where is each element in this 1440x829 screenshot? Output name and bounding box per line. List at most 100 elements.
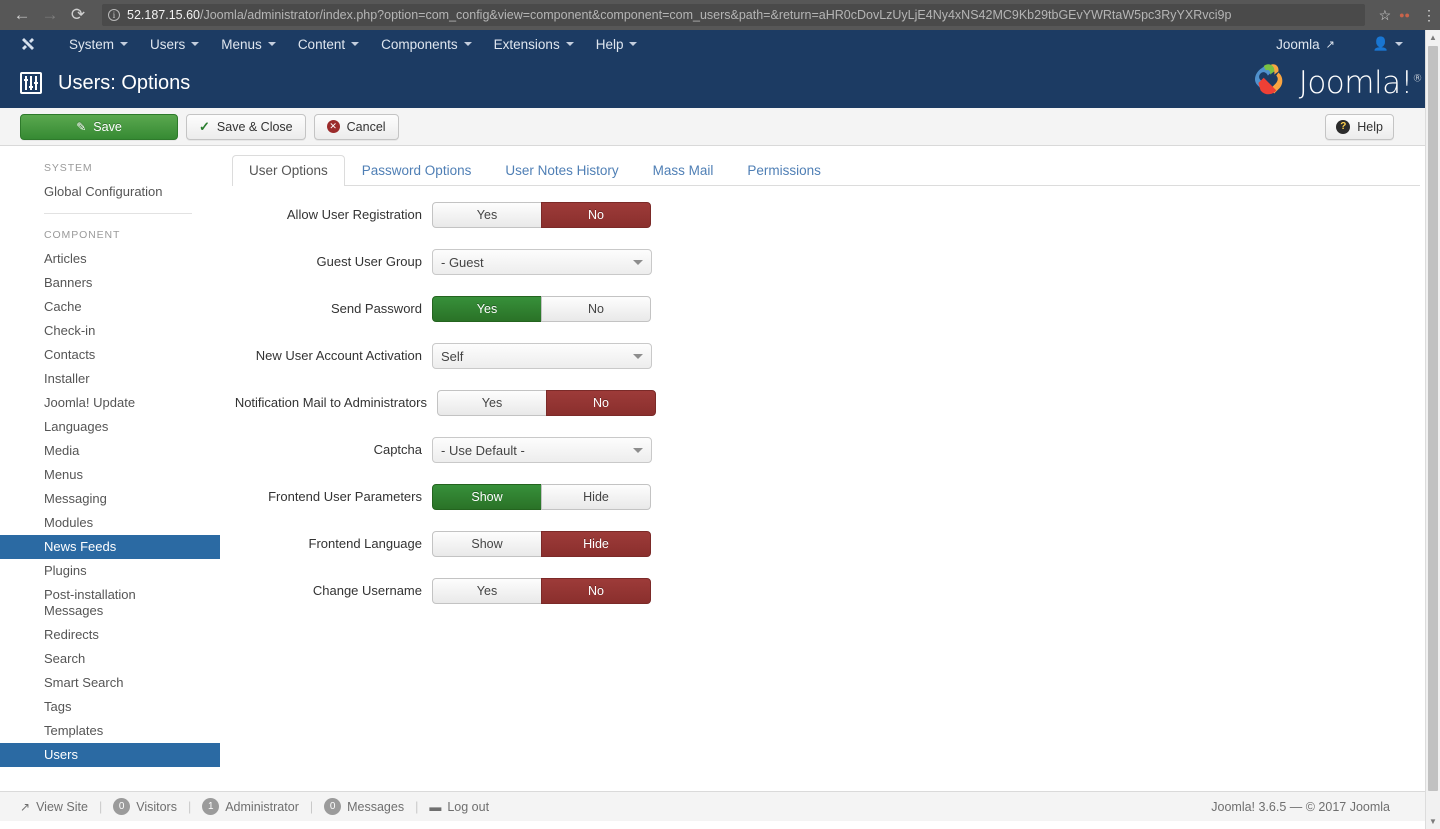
toggle-option-show[interactable]: Show <box>432 484 542 510</box>
menu-system[interactable]: System <box>58 30 139 58</box>
page-scrollbar[interactable]: ▲ ▼ <box>1425 30 1440 829</box>
cancel-button[interactable]: ✕ Cancel <box>313 113 399 140</box>
sidebar-item-installer[interactable]: Installer <box>0 367 220 391</box>
toggle-change-username[interactable]: Yes No <box>432 578 651 604</box>
menu-components[interactable]: Components <box>370 30 483 58</box>
cancel-circle-icon: ✕ <box>326 120 340 133</box>
field-send-password: Send Password Yes No <box>232 296 1420 322</box>
site-link[interactable]: Joomla ↗ <box>1265 30 1346 58</box>
sidebar-item-check-in[interactable]: Check-in <box>0 319 220 343</box>
toggle-frontend-language[interactable]: Show Hide <box>432 531 651 557</box>
help-button[interactable]: ? Help <box>1325 113 1394 140</box>
toggle-option-no[interactable]: No <box>546 390 656 416</box>
toggle-option-yes[interactable]: Yes <box>437 390 547 416</box>
sidebar-item-news-feeds[interactable]: News Feeds <box>0 535 220 559</box>
save-and-close-button[interactable]: ✓ Save & Close <box>186 113 306 140</box>
browser-menu-icon[interactable]: ⋮ <box>1422 8 1436 22</box>
toggle-option-yes[interactable]: Yes <box>432 296 542 322</box>
sidebar-item-global-configuration[interactable]: Global Configuration <box>0 180 220 204</box>
sidebar-item-users[interactable]: Users <box>0 743 220 767</box>
reload-icon[interactable]: ⟳ <box>64 1 92 29</box>
save-button[interactable]: ✎ Save <box>20 113 178 140</box>
sidebar-item-tags[interactable]: Tags <box>0 695 220 719</box>
chevron-down-icon <box>351 42 360 46</box>
toggle-notification-mail-to-administrators[interactable]: Yes No <box>437 390 656 416</box>
external-link-icon: ↗ <box>1325 38 1335 51</box>
menu-content[interactable]: Content <box>287 30 370 58</box>
sidebar-item-messaging[interactable]: Messaging <box>0 487 220 511</box>
tab-user-notes-history[interactable]: User Notes History <box>488 155 635 186</box>
admin-menu-bar: System Users Menus Content Components Ex… <box>0 30 1440 58</box>
toggle-option-yes[interactable]: Yes <box>432 202 542 228</box>
sidebar-item-media[interactable]: Media <box>0 439 220 463</box>
toggle-option-show[interactable]: Show <box>432 531 542 557</box>
sidebar-item-joomla-update[interactable]: Joomla! Update <box>0 391 220 415</box>
toggle-send-password[interactable]: Yes No <box>432 296 651 322</box>
sidebar-item-search[interactable]: Search <box>0 647 220 671</box>
content-panel: User Options Password Options User Notes… <box>220 146 1440 791</box>
sidebar-item-menus[interactable]: Menus <box>0 463 220 487</box>
sidebar-item-plugins[interactable]: Plugins <box>0 559 220 583</box>
label-new-user-account-activation: New User Account Activation <box>255 348 422 363</box>
menu-users[interactable]: Users <box>139 30 210 58</box>
toggle-option-hide[interactable]: Hide <box>541 531 651 557</box>
sidebar-item-smart-search[interactable]: Smart Search <box>0 671 220 695</box>
status-divider: | <box>309 799 314 814</box>
label-guest-user-group: Guest User Group <box>316 254 423 269</box>
site-info-icon[interactable]: i <box>108 9 120 21</box>
administrator-status[interactable]: 1 Administrator <box>202 798 299 815</box>
sidebar-item-post-installation-messages[interactable]: Post-installation Messages <box>0 583 220 623</box>
select-guest-user-group[interactable]: - Guest <box>432 249 652 275</box>
sidebar-item-modules[interactable]: Modules <box>0 511 220 535</box>
menu-help[interactable]: Help <box>585 30 649 58</box>
chevron-down-icon <box>565 42 574 46</box>
toggle-option-hide[interactable]: Hide <box>541 484 651 510</box>
visitors-count-badge: 0 <box>113 798 131 815</box>
question-circle-icon: ? <box>1336 119 1351 134</box>
tab-user-options[interactable]: User Options <box>232 155 345 186</box>
menu-menus[interactable]: Menus <box>210 30 287 58</box>
toggle-option-no[interactable]: No <box>541 202 651 228</box>
joomla-logo-icon[interactable] <box>20 36 36 52</box>
bookmark-star-icon[interactable]: ☆ <box>1379 7 1392 24</box>
sidebar-item-languages[interactable]: Languages <box>0 415 220 439</box>
toggle-frontend-user-parameters[interactable]: Show Hide <box>432 484 651 510</box>
messages-status[interactable]: 0 Messages <box>324 798 404 815</box>
toggle-option-no[interactable]: No <box>541 578 651 604</box>
address-bar[interactable]: i 52.187.15.60 /Joomla/administrator/ind… <box>102 4 1365 26</box>
select-new-user-account-activation[interactable]: Self <box>432 343 652 369</box>
sidebar-item-cache[interactable]: Cache <box>0 295 220 319</box>
view-site-link[interactable]: ↗ View Site <box>20 800 88 814</box>
scroll-down-icon[interactable]: ▼ <box>1426 814 1440 829</box>
sidebar-item-contacts[interactable]: Contacts <box>0 343 220 367</box>
menu-extensions[interactable]: Extensions <box>483 30 585 58</box>
scrollbar-thumb[interactable] <box>1428 46 1438 791</box>
label-notification-mail-to-administrators: Notification Mail to Administrators <box>234 395 427 410</box>
label-change-username: Change Username <box>312 583 422 598</box>
toggle-allow-user-registration[interactable]: Yes No <box>432 202 651 228</box>
sidebar-item-banners[interactable]: Banners <box>0 271 220 295</box>
sidebar-item-articles[interactable]: Articles <box>0 247 220 271</box>
scroll-up-icon[interactable]: ▲ <box>1426 30 1440 45</box>
extension-icon[interactable]: ●● <box>1399 10 1410 20</box>
user-menu[interactable]: 👤 <box>1346 30 1414 58</box>
page-title: Users: Options <box>58 71 191 94</box>
tab-password-options[interactable]: Password Options <box>345 155 489 186</box>
field-new-user-account-activation: New User Account Activation Self <box>232 343 1420 369</box>
logout-label: Log out <box>447 799 490 814</box>
select-captcha[interactable]: - Use Default - <box>432 437 652 463</box>
tab-permissions[interactable]: Permissions <box>730 155 838 186</box>
logout-link[interactable]: ▬ Log out <box>429 800 489 814</box>
url-host: 52.187.15.60 <box>127 8 200 22</box>
toggle-option-no[interactable]: No <box>541 296 651 322</box>
visitors-status[interactable]: 0 Visitors <box>113 798 177 815</box>
sidebar-item-templates[interactable]: Templates <box>0 719 220 743</box>
site-link-label: Joomla <box>1276 36 1320 52</box>
menu-help-label: Help <box>595 36 624 52</box>
status-bar: ↗ View Site | 0 Visitors | 1 Administrat… <box>0 791 1440 821</box>
select-new-user-account-activation-value: Self <box>441 348 464 364</box>
toggle-option-yes[interactable]: Yes <box>432 578 542 604</box>
sidebar-item-redirects[interactable]: Redirects <box>0 623 220 647</box>
tab-mass-mail[interactable]: Mass Mail <box>636 155 731 186</box>
back-arrow-icon[interactable]: ← <box>8 1 36 29</box>
